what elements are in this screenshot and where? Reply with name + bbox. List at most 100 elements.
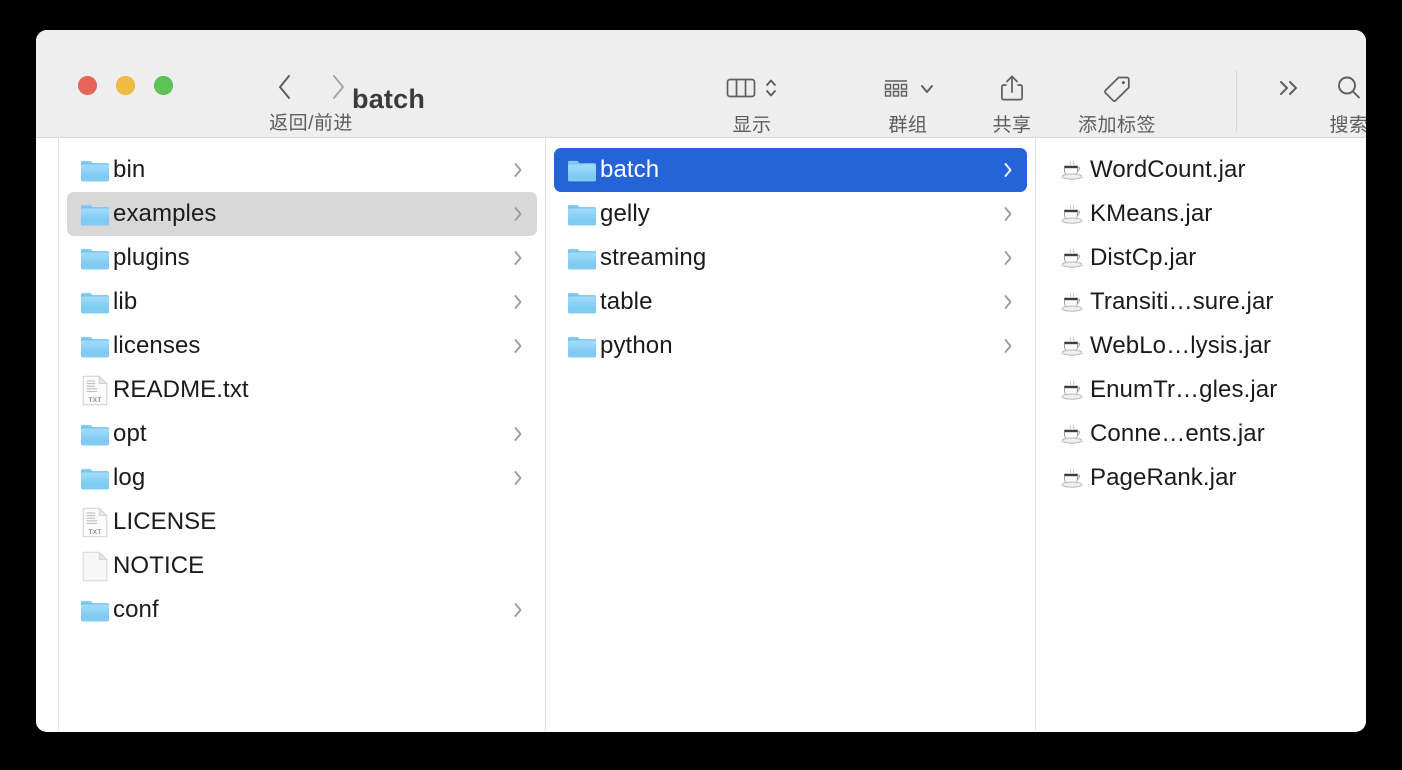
chevron-updown-icon[interactable] — [764, 75, 778, 106]
file-row[interactable]: gelly — [554, 192, 1027, 236]
more-chevrons-icon[interactable] — [1274, 75, 1304, 106]
disclosure-chevron-icon[interactable] — [511, 159, 525, 181]
minimize-button[interactable] — [116, 76, 135, 95]
folder-icon-wrap — [77, 334, 113, 359]
disclosure-chevron-icon[interactable] — [511, 335, 525, 357]
file-row[interactable]: EnumTr…gles.jar — [1044, 368, 1356, 412]
row-disclosure[interactable] — [509, 599, 527, 621]
svg-text:TXT: TXT — [89, 529, 102, 536]
file-row[interactable]: licenses — [67, 324, 537, 368]
jar-icon-wrap — [1054, 335, 1090, 357]
search-label: 搜索 — [1329, 115, 1366, 136]
file-row[interactable]: examples — [67, 192, 537, 236]
file-name-label: log — [113, 464, 146, 491]
file-row[interactable]: Conne…ents.jar — [1044, 412, 1356, 456]
file-row[interactable]: KMeans.jar — [1044, 192, 1356, 236]
file-name-label: opt — [113, 420, 147, 447]
finder-column-2[interactable]: batch gelly streaming table python — [546, 138, 1036, 731]
folder-icon — [81, 600, 109, 621]
finder-column-1[interactable]: bin examples plugins lib licenses TXT RE… — [59, 138, 546, 731]
more-icons — [1274, 70, 1304, 110]
file-name-label: streaming — [600, 244, 707, 271]
share-icon[interactable] — [998, 73, 1026, 108]
forward-icon[interactable] — [327, 70, 349, 104]
row-disclosure[interactable] — [999, 291, 1017, 313]
row-disclosure[interactable] — [509, 335, 527, 357]
file-row[interactable]: NOTICE — [67, 544, 537, 588]
jar-icon-wrap — [1054, 291, 1090, 313]
folder-icon-wrap — [564, 334, 600, 359]
column-browser: bin examples plugins lib licenses TXT RE… — [36, 138, 1366, 731]
chevron-down-icon[interactable] — [919, 75, 935, 106]
file-row[interactable]: lib — [67, 280, 537, 324]
row-disclosure[interactable] — [509, 423, 527, 445]
file-row[interactable]: TXT LICENSE — [67, 500, 537, 544]
file-name-label: WebLo…lysis.jar — [1090, 332, 1272, 359]
file-row[interactable]: batch — [554, 148, 1027, 192]
folder-icon — [568, 292, 596, 313]
column-view-icon[interactable] — [726, 75, 756, 106]
view-icons — [726, 70, 778, 110]
share-label: 共享 — [992, 115, 1032, 136]
close-button[interactable] — [78, 76, 97, 95]
file-name-label: KMeans.jar — [1090, 200, 1213, 227]
disclosure-chevron-icon[interactable] — [511, 467, 525, 489]
disclosure-chevron-icon[interactable] — [511, 599, 525, 621]
java-jar-icon — [1061, 160, 1083, 180]
row-disclosure[interactable] — [509, 291, 527, 313]
file-row[interactable]: conf — [67, 588, 537, 632]
file-row[interactable]: WebLo…lysis.jar — [1044, 324, 1356, 368]
file-row[interactable]: table — [554, 280, 1027, 324]
file-row[interactable]: log — [67, 456, 537, 500]
disclosure-chevron-icon[interactable] — [1001, 291, 1015, 313]
disclosure-chevron-icon[interactable] — [511, 291, 525, 313]
file-row[interactable]: python — [554, 324, 1027, 368]
file-row[interactable]: DistCp.jar — [1044, 236, 1356, 280]
disclosure-chevron-icon[interactable] — [511, 203, 525, 225]
row-disclosure[interactable] — [509, 467, 527, 489]
search-icon[interactable] — [1334, 73, 1364, 108]
group-icon[interactable] — [881, 75, 911, 106]
toolbar-search-button[interactable]: 搜索 — [1308, 70, 1366, 137]
disclosure-chevron-icon[interactable] — [1001, 335, 1015, 357]
folder-icon-wrap — [77, 202, 113, 227]
file-name-label: table — [600, 288, 653, 315]
toolbar-divider — [1236, 70, 1237, 132]
row-disclosure[interactable] — [509, 159, 527, 181]
row-disclosure[interactable] — [999, 203, 1017, 225]
disclosure-chevron-icon[interactable] — [1001, 159, 1015, 181]
folder-icon — [81, 424, 109, 445]
jar-icon-wrap — [1054, 423, 1090, 445]
screen: 返回/前进 batch 显示 群组 共享 添加标签 搜索 bin example… — [0, 0, 1402, 770]
disclosure-chevron-icon[interactable] — [511, 247, 525, 269]
toolbar-group-button[interactable]: 群组 — [852, 70, 964, 137]
back-icon[interactable] — [273, 70, 295, 104]
folder-icon — [81, 292, 109, 313]
toolbar-share-button[interactable]: 共享 — [956, 70, 1068, 137]
row-disclosure[interactable] — [999, 159, 1017, 181]
file-row[interactable]: PageRank.jar — [1044, 456, 1356, 500]
finder-column-3[interactable]: WordCount.jar KMeans.jar DistCp.jar Tran… — [1036, 138, 1364, 731]
maximize-button[interactable] — [154, 76, 173, 95]
search-icons — [1334, 70, 1364, 110]
file-row[interactable]: bin — [67, 148, 537, 192]
row-disclosure[interactable] — [509, 247, 527, 269]
toolbar-tag-button[interactable]: 添加标签 — [1058, 70, 1176, 137]
row-disclosure[interactable] — [509, 203, 527, 225]
file-name-label: Conne…ents.jar — [1090, 420, 1265, 447]
file-row[interactable]: opt — [67, 412, 537, 456]
file-row[interactable]: Transiti…sure.jar — [1044, 280, 1356, 324]
file-row[interactable]: TXT README.txt — [67, 368, 537, 412]
row-disclosure[interactable] — [999, 247, 1017, 269]
file-row[interactable]: WordCount.jar — [1044, 148, 1356, 192]
file-row[interactable]: plugins — [67, 236, 537, 280]
row-disclosure[interactable] — [999, 335, 1017, 357]
txt-doc-icon-wrap: TXT — [77, 506, 113, 538]
tag-icon[interactable] — [1101, 73, 1133, 108]
toolbar-view-button[interactable]: 显示 — [696, 70, 808, 137]
file-row[interactable]: streaming — [554, 236, 1027, 280]
disclosure-chevron-icon[interactable] — [1001, 247, 1015, 269]
disclosure-chevron-icon[interactable] — [1001, 203, 1015, 225]
disclosure-chevron-icon[interactable] — [511, 423, 525, 445]
java-jar-icon — [1061, 292, 1083, 312]
